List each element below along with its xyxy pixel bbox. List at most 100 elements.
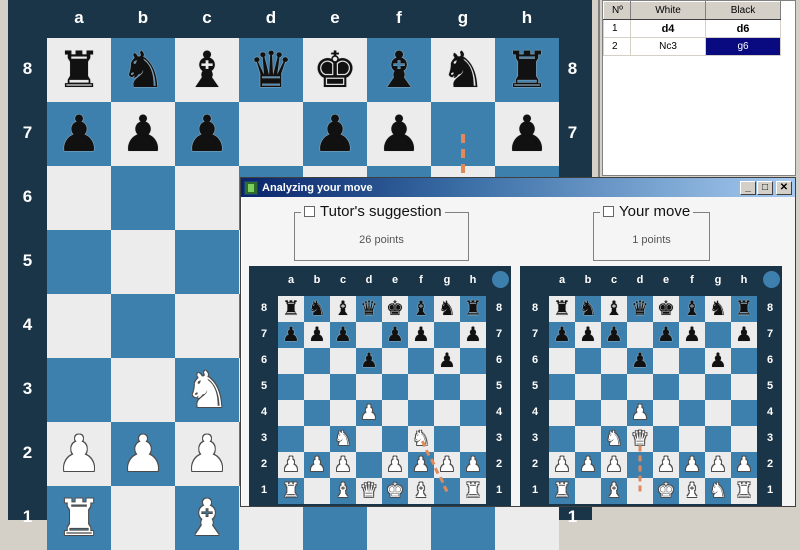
- white-pawn-icon[interactable]: ♟: [631, 403, 649, 423]
- black-rook-icon[interactable]: ♜: [505, 45, 550, 95]
- square-f5[interactable]: [408, 374, 434, 400]
- black-pawn-icon[interactable]: ♟: [57, 109, 102, 159]
- square-b6[interactable]: [575, 348, 601, 374]
- black-pawn-icon[interactable]: ♟: [360, 351, 378, 371]
- square-g3[interactable]: [434, 426, 460, 452]
- square-c1[interactable]: ♝: [601, 478, 627, 504]
- move-list[interactable]: Nº White Black 1 d4 d6 2 Nc3 g6: [602, 0, 796, 176]
- square-a5[interactable]: [47, 230, 111, 294]
- square-f6[interactable]: [679, 348, 705, 374]
- square-a1[interactable]: ♜: [549, 478, 575, 504]
- square-b2[interactable]: ♟: [111, 422, 175, 486]
- square-c2[interactable]: ♟: [601, 452, 627, 478]
- square-a8[interactable]: ♜: [549, 296, 575, 322]
- square-g6[interactable]: ♟: [705, 348, 731, 374]
- square-b1[interactable]: [575, 478, 601, 504]
- square-h7[interactable]: ♟: [731, 322, 757, 348]
- black-king-icon[interactable]: ♚: [657, 299, 675, 319]
- black-move[interactable]: d6: [705, 19, 781, 38]
- square-c7[interactable]: ♟: [330, 322, 356, 348]
- square-e4[interactable]: [653, 400, 679, 426]
- square-g8[interactable]: ♞: [431, 38, 495, 102]
- close-button[interactable]: ✕: [776, 180, 792, 195]
- square-e7[interactable]: ♟: [303, 102, 367, 166]
- square-b5[interactable]: [304, 374, 330, 400]
- square-b1[interactable]: [111, 486, 175, 550]
- black-pawn-icon[interactable]: ♟: [334, 325, 352, 345]
- square-f6[interactable]: [408, 348, 434, 374]
- black-knight-icon[interactable]: ♞: [441, 45, 486, 95]
- white-pawn-icon[interactable]: ♟: [334, 455, 352, 475]
- square-a7[interactable]: ♟: [47, 102, 111, 166]
- black-pawn-icon[interactable]: ♟: [605, 325, 623, 345]
- square-d7[interactable]: [627, 322, 653, 348]
- white-pawn-icon[interactable]: ♟: [386, 455, 404, 475]
- square-b8[interactable]: ♞: [575, 296, 601, 322]
- square-f7[interactable]: ♟: [367, 102, 431, 166]
- black-bishop-icon[interactable]: ♝: [377, 45, 422, 95]
- square-c2[interactable]: ♟: [330, 452, 356, 478]
- square-c6[interactable]: [175, 166, 239, 230]
- black-pawn-icon[interactable]: ♟: [683, 325, 701, 345]
- square-c7[interactable]: ♟: [601, 322, 627, 348]
- square-g7[interactable]: [705, 322, 731, 348]
- header-number[interactable]: Nº: [603, 1, 631, 20]
- square-a2[interactable]: ♟: [278, 452, 304, 478]
- square-g7[interactable]: [434, 322, 460, 348]
- square-d7[interactable]: [356, 322, 382, 348]
- tutor-suggestion-checkbox[interactable]: [304, 206, 315, 217]
- black-pawn-icon[interactable]: ♟: [631, 351, 649, 371]
- square-h3[interactable]: [460, 426, 486, 452]
- white-knight-icon[interactable]: ♞: [412, 429, 430, 449]
- black-bishop-icon[interactable]: ♝: [412, 299, 430, 319]
- square-g3[interactable]: [705, 426, 731, 452]
- square-c4[interactable]: [175, 294, 239, 358]
- square-f4[interactable]: [679, 400, 705, 426]
- white-rook-icon[interactable]: ♜: [57, 493, 102, 543]
- black-pawn-icon[interactable]: ♟: [386, 325, 404, 345]
- square-e6[interactable]: [382, 348, 408, 374]
- black-pawn-icon[interactable]: ♟: [464, 325, 482, 345]
- black-king-icon[interactable]: ♚: [313, 45, 358, 95]
- square-b8[interactable]: ♞: [304, 296, 330, 322]
- square-h2[interactable]: ♟: [731, 452, 757, 478]
- white-bishop-icon[interactable]: ♝: [412, 481, 430, 501]
- white-pawn-icon[interactable]: ♟: [657, 455, 675, 475]
- square-c3[interactable]: ♞: [601, 426, 627, 452]
- square-f1[interactable]: ♝: [408, 478, 434, 504]
- white-move[interactable]: Nc3: [630, 37, 706, 56]
- square-f1[interactable]: ♝: [679, 478, 705, 504]
- square-b2[interactable]: ♟: [304, 452, 330, 478]
- square-b4[interactable]: [575, 400, 601, 426]
- square-a4[interactable]: [278, 400, 304, 426]
- square-d1[interactable]: ♛: [356, 478, 382, 504]
- square-a1[interactable]: ♜: [47, 486, 111, 550]
- black-rook-icon[interactable]: ♜: [553, 299, 571, 319]
- square-h7[interactable]: ♟: [495, 102, 559, 166]
- square-a3[interactable]: [549, 426, 575, 452]
- black-pawn-icon[interactable]: ♟: [657, 325, 675, 345]
- square-b5[interactable]: [575, 374, 601, 400]
- your-move-checkbox[interactable]: [603, 206, 614, 217]
- square-a8[interactable]: ♜: [278, 296, 304, 322]
- square-d8[interactable]: ♛: [239, 38, 303, 102]
- black-pawn-icon[interactable]: ♟: [505, 109, 550, 159]
- black-knight-icon[interactable]: ♞: [121, 45, 166, 95]
- square-h1[interactable]: ♜: [460, 478, 486, 504]
- dialog-titlebar[interactable]: Analyzing your move _ □ ✕: [241, 178, 795, 197]
- square-c8[interactable]: ♝: [330, 296, 356, 322]
- square-e7[interactable]: ♟: [382, 322, 408, 348]
- white-pawn-icon[interactable]: ♟: [605, 455, 623, 475]
- square-b3[interactable]: [111, 358, 175, 422]
- square-d8[interactable]: ♛: [356, 296, 382, 322]
- black-pawn-icon[interactable]: ♟: [735, 325, 753, 345]
- black-knight-icon[interactable]: ♞: [308, 299, 326, 319]
- square-g2[interactable]: ♟: [434, 452, 460, 478]
- white-pawn-icon[interactable]: ♟: [683, 455, 701, 475]
- black-move-selected[interactable]: g6: [705, 37, 781, 56]
- square-g5[interactable]: [705, 374, 731, 400]
- black-pawn-icon[interactable]: ♟: [282, 325, 300, 345]
- square-a6[interactable]: [47, 166, 111, 230]
- white-king-icon[interactable]: ♚: [657, 481, 675, 501]
- header-black[interactable]: Black: [705, 1, 781, 20]
